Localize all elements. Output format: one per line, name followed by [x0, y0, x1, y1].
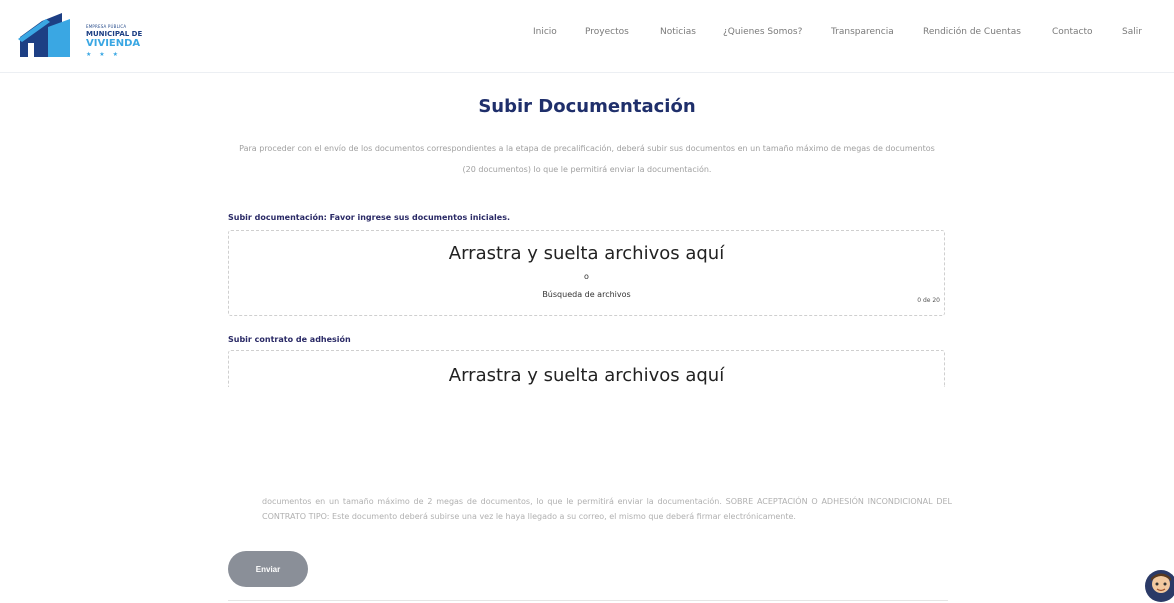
contract-dropzone-title: Arrastra y suelta archivos aquí [448, 365, 725, 386]
documents-dropzone[interactable]: Arrastra y suelta archivos aquí o Búsque… [228, 230, 945, 316]
site-header: EMPRESA PÚBLICA MUNICIPAL DE VIVIENDA ★ … [0, 0, 1174, 73]
chat-assistant-avatar-icon[interactable] [1144, 569, 1174, 603]
footer-divider [228, 600, 948, 601]
contract-dropzone[interactable]: Arrastra y suelta archivos aquí [228, 350, 945, 387]
logo-stars: ★ ★ ★ [86, 51, 121, 58]
nav-rendicion-de-cuentas[interactable]: Rendición de Cuentas [923, 27, 1021, 37]
upload-contract-label: Subir contrato de adhesión [228, 335, 351, 344]
nav-noticias[interactable]: Noticias [660, 27, 696, 37]
nav-salir[interactable]: Salir [1122, 27, 1142, 37]
nav-contacto[interactable]: Contacto [1052, 27, 1093, 37]
main-nav: Inicio Proyectos Noticias ¿Quienes Somos… [0, 27, 1174, 47]
contract-note-text: documentos en un tamaño máximo de 2 mega… [262, 497, 952, 521]
browse-files-link[interactable]: Búsqueda de archivos [229, 290, 944, 299]
nav-inicio[interactable]: Inicio [533, 27, 557, 37]
dropzone-or: o [584, 272, 589, 281]
send-button[interactable]: Enviar [228, 551, 308, 587]
dropzone-title: Arrastra y suelta archivos aquí [448, 243, 725, 264]
page-title: Subir Documentación [478, 96, 696, 117]
intro-text: Para proceder con el envío de los docume… [239, 144, 935, 174]
nav-transparencia[interactable]: Transparencia [831, 27, 894, 37]
nav-proyectos[interactable]: Proyectos [585, 27, 629, 37]
upload-documents-label: Subir documentación: Favor ingrese sus d… [228, 213, 511, 222]
nav-quienes-somos[interactable]: ¿Quienes Somos? [723, 27, 802, 37]
file-count: 0 de 20 [917, 297, 940, 304]
